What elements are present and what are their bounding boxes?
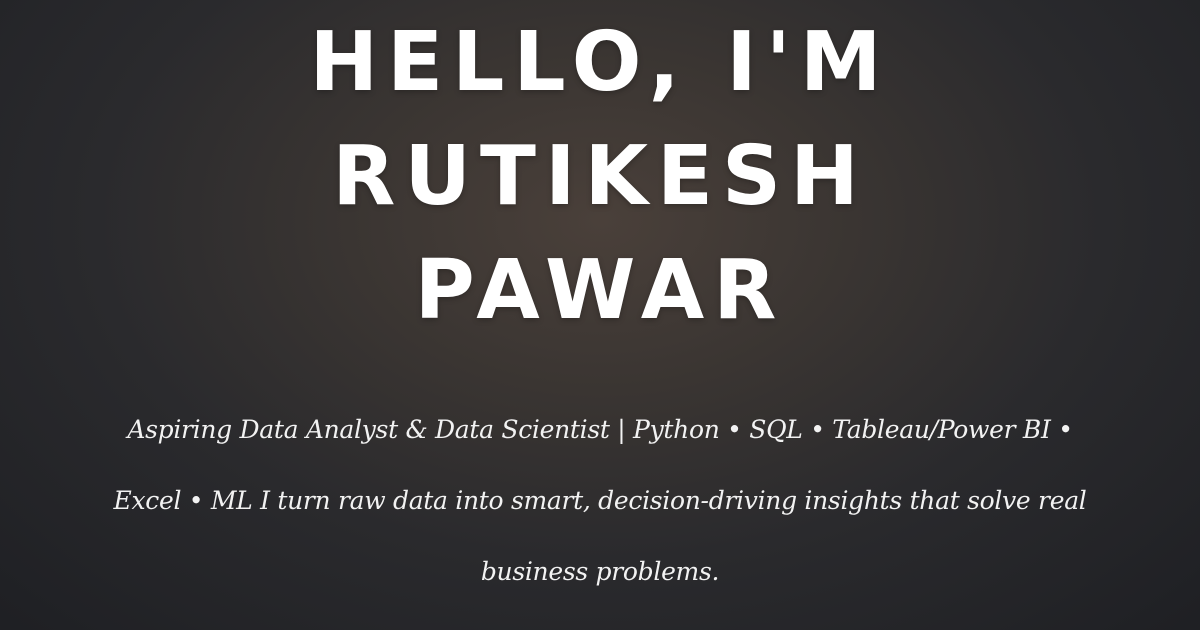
hero-title: HELLO, I'M RUTIKESH PAWAR <box>0 6 1200 348</box>
hero-section: HELLO, I'M RUTIKESH PAWAR Aspiring Data … <box>0 0 1200 630</box>
hero-subtitle: Aspiring Data Analyst & Data Scientist |… <box>113 415 1087 586</box>
hero-title-line-2: RUTIKESH <box>332 129 868 224</box>
hero-title-line-1: HELLO, I'M <box>309 15 891 110</box>
hero-title-line-3: PAWAR <box>414 243 786 338</box>
